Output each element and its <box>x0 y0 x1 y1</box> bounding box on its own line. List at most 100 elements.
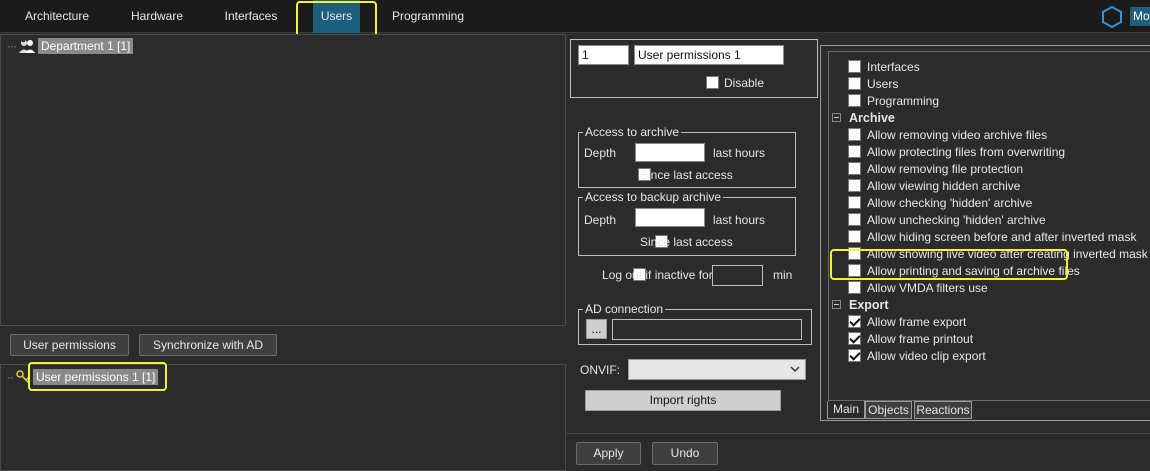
tab-main[interactable]: Main <box>827 401 865 419</box>
archive-depth-field[interactable] <box>635 143 705 162</box>
backup-access-title: Access to backup archive <box>583 190 724 204</box>
right-item[interactable]: Allow protecting files from overwriting <box>848 143 1148 160</box>
right-item[interactable]: Allow VMDA filters use <box>848 279 1148 296</box>
hexagon-icon[interactable] <box>1101 5 1123 29</box>
apply-button[interactable]: Apply <box>576 442 641 465</box>
right-checkbox[interactable] <box>848 349 861 362</box>
right-item[interactable]: Allow hiding screen before and after inv… <box>848 228 1148 245</box>
right-label: Interfaces <box>867 59 920 74</box>
right-checkbox[interactable] <box>848 281 861 294</box>
category-export-label: Export <box>849 297 889 312</box>
right-checkbox[interactable] <box>848 332 861 345</box>
disable-checkbox[interactable] <box>706 76 719 89</box>
archive-since-label: Since last access <box>640 168 733 182</box>
tab-reactions[interactable]: Reactions <box>914 401 972 419</box>
right-checkbox[interactable] <box>848 94 861 107</box>
archive-hours-label: last hours <box>713 146 766 160</box>
logout-label: Log out if inactive for <box>602 268 713 282</box>
onvif-selected-value <box>629 360 633 374</box>
department-icon <box>19 39 35 53</box>
department-tree-panel: ··· Department 1 [1] <box>0 34 566 326</box>
tab-architecture[interactable]: Architecture <box>14 0 100 33</box>
disable-label: Disable <box>724 76 765 90</box>
right-checkbox[interactable] <box>848 264 861 277</box>
right-checkbox[interactable] <box>848 162 861 175</box>
top-tab-bar: Architecture Hardware Interfaces Users P… <box>0 0 1150 33</box>
collapse-icon[interactable] <box>832 113 841 122</box>
onvif-select[interactable] <box>628 359 806 380</box>
synchronize-ad-button[interactable]: Synchronize with AD <box>139 334 277 356</box>
tab-programming[interactable]: Programming <box>384 0 472 33</box>
right-checkbox[interactable] <box>848 315 861 328</box>
id-field[interactable]: 1 <box>578 45 629 65</box>
settings-panel: 1 User permissions 1 Disable Access to a… <box>566 34 818 471</box>
tab-interfaces[interactable]: Interfaces <box>214 0 288 33</box>
right-item[interactable]: Allow frame export <box>848 313 986 330</box>
right-label: Allow printing and saving of archive fil… <box>867 263 1080 278</box>
archive-rights-list: Allow removing video archive files Allow… <box>848 126 1148 296</box>
right-label: Allow frame export <box>867 314 967 329</box>
export-rights-list: Allow frame export Allow frame printout … <box>848 313 986 364</box>
ad-connection-field[interactable] <box>612 319 802 340</box>
onvif-label: ONVIF: <box>580 363 621 377</box>
right-checkbox[interactable] <box>848 247 861 260</box>
right-item-users[interactable]: Users <box>848 75 939 92</box>
right-label: Allow viewing hidden archive <box>867 178 1021 193</box>
right-label: Allow VMDA filters use <box>867 280 988 295</box>
ad-connection-title: AD connection <box>583 302 666 316</box>
archive-access-title: Access to archive <box>583 125 682 139</box>
right-label: Allow removing file protection <box>867 161 1024 176</box>
category-export[interactable]: Export <box>832 296 889 313</box>
logout-minutes-field[interactable] <box>712 265 763 286</box>
right-label: Allow frame printout <box>867 331 974 346</box>
right-checkbox[interactable] <box>848 196 861 209</box>
name-field[interactable]: User permissions 1 <box>634 45 784 65</box>
right-checkbox[interactable] <box>848 145 861 158</box>
tab-users[interactable]: Users <box>313 0 360 33</box>
user-permissions-label: User permissions 1 [1] <box>33 369 159 385</box>
right-label: Allow unchecking 'hidden' archive <box>867 212 1046 227</box>
right-item[interactable]: Allow video clip export <box>848 347 986 364</box>
chevron-down-icon <box>790 363 800 377</box>
right-item-interfaces[interactable]: Interfaces <box>848 58 939 75</box>
right-item[interactable]: Allow checking 'hidden' archive <box>848 194 1148 211</box>
right-item-printing-saving[interactable]: Allow printing and saving of archive fil… <box>848 262 1148 279</box>
right-label: Allow hiding screen before and after inv… <box>867 229 1137 244</box>
category-archive[interactable]: Archive <box>832 109 895 126</box>
right-checkbox[interactable] <box>848 128 861 141</box>
right-item[interactable]: Allow removing file protection <box>848 160 1148 177</box>
tree-node-user-permissions[interactable]: ·· User permissions 1 [1] <box>7 369 159 385</box>
backup-depth-field[interactable] <box>635 208 705 227</box>
right-item[interactable]: Allow removing video archive files <box>848 126 1148 143</box>
rights-tab-strip: Main Objects Reactions <box>824 401 1150 419</box>
right-item[interactable]: Allow viewing hidden archive <box>848 177 1148 194</box>
right-checkbox[interactable] <box>848 230 861 243</box>
backup-since-label: Since last access <box>640 235 733 249</box>
right-checkbox[interactable] <box>848 179 861 192</box>
tree-node-department[interactable]: ··· Department 1 [1] <box>7 38 134 54</box>
mode-badge[interactable]: Mo <box>1130 7 1150 26</box>
undo-button[interactable]: Undo <box>652 442 718 465</box>
tab-objects[interactable]: Objects <box>865 401 912 419</box>
right-item[interactable]: Allow showing live video after creating … <box>848 245 1148 262</box>
rights-tree: Interfaces Users Programming Archive All… <box>828 51 1150 401</box>
ad-browse-button[interactable]: ... <box>586 319 607 339</box>
permissions-tree-panel: ·· User permissions 1 [1] <box>0 364 566 471</box>
import-rights-button[interactable]: Import rights <box>585 390 781 411</box>
backup-hours-label: last hours <box>713 213 766 227</box>
collapse-icon[interactable] <box>832 300 841 309</box>
right-item-programming[interactable]: Programming <box>848 92 939 109</box>
right-checkbox[interactable] <box>848 77 861 90</box>
key-icon <box>16 370 30 384</box>
right-checkbox[interactable] <box>848 60 861 73</box>
right-item[interactable]: Allow frame printout <box>848 330 986 347</box>
right-label: Allow checking 'hidden' archive <box>867 195 1033 210</box>
rights-panel: Interfaces Users Programming Archive All… <box>820 45 1150 421</box>
right-item[interactable]: Allow unchecking 'hidden' archive <box>848 211 1148 228</box>
user-permissions-button[interactable]: User permissions <box>10 334 129 356</box>
tab-hardware[interactable]: Hardware <box>118 0 196 33</box>
right-label: Allow showing live video after creating … <box>867 246 1148 261</box>
category-archive-label: Archive <box>849 110 895 125</box>
right-checkbox[interactable] <box>848 213 861 226</box>
right-label: Programming <box>867 93 940 108</box>
